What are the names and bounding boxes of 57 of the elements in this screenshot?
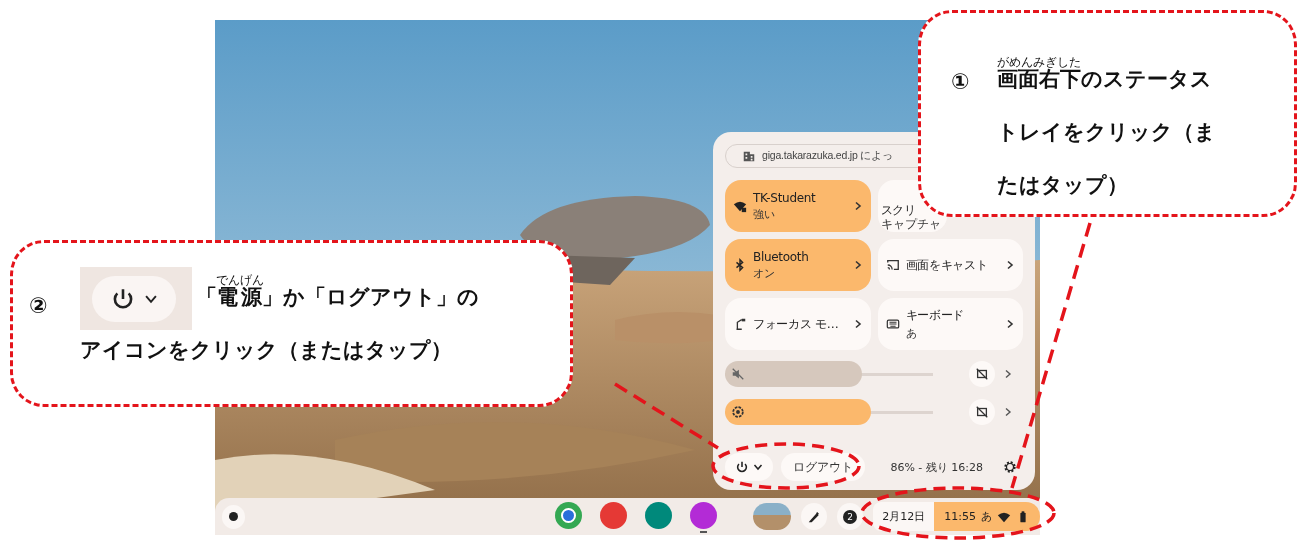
instruction-text: アイコンをクリック（またはタップ）: [80, 337, 452, 364]
slider-track[interactable]: [725, 361, 933, 387]
launcher-button[interactable]: [222, 504, 246, 529]
feature-tile[interactable]: TK-Student 強い: [725, 180, 871, 232]
instruction-text: 画面右下 がめんみぎした のステータストレイをクリック（またはタップ）: [997, 54, 1217, 199]
eye-off-button[interactable]: [969, 399, 995, 425]
chevron-right-icon: [1003, 407, 1013, 417]
managed-notice-text: giga.takarazuka.ed.jp によっ: [762, 149, 893, 163]
tile-title: Bluetooth: [753, 249, 810, 264]
feature-tile[interactable]: キーボード あ: [877, 298, 1023, 350]
brightness-slider[interactable]: [725, 399, 871, 425]
chevron-down-icon: [753, 462, 763, 472]
tile-subtitle: キャプチャ: [880, 218, 942, 231]
battery-status: 86% - 残り 16:28: [890, 459, 983, 475]
settings-icon: [1003, 460, 1017, 474]
notification-count: 2: [843, 509, 858, 524]
instruction-text: 「電源 でんげん 」か「ログアウト」の: [196, 272, 479, 311]
feature-tile[interactable]: フォーカス モ…: [725, 298, 871, 350]
step-number: ①: [951, 69, 970, 94]
notification-button[interactable]: 2: [836, 503, 864, 530]
clock: 11:55: [944, 510, 976, 523]
tile-subtitle: あ: [905, 326, 918, 341]
tile-subtitle: オン: [753, 265, 776, 281]
tile-title: キーボード: [905, 307, 965, 324]
chevron-right-icon: [1005, 319, 1015, 329]
bluetooth-icon: [733, 258, 747, 272]
date-button[interactable]: 2月12日: [873, 502, 935, 531]
tile-title: フォーカス モ…: [753, 315, 840, 333]
power-icon: [735, 460, 749, 474]
cast-icon: [885, 258, 900, 272]
tile-title: TK-Student: [753, 190, 817, 205]
ime-indicator: あ: [981, 509, 992, 524]
stylus-button[interactable]: [800, 503, 827, 530]
camera-off-icon: [975, 367, 989, 381]
slider-track[interactable]: [725, 399, 933, 425]
tile-subtitle: 強い: [753, 206, 776, 222]
power-button[interactable]: [725, 453, 773, 481]
status-tray[interactable]: 11:55 あ: [934, 502, 1040, 531]
chevron-right-icon: [1003, 369, 1013, 379]
volume-slider[interactable]: [725, 361, 863, 387]
pen-icon: [806, 509, 821, 524]
step-number: ②: [29, 293, 48, 318]
keyboard-icon: [885, 317, 900, 331]
feature-tile[interactable]: Bluetooth オン: [725, 239, 871, 291]
eye-off-icon: [975, 405, 989, 419]
tile-title: 画面をキャスト: [905, 256, 989, 274]
wifi-icon: [733, 199, 747, 213]
chevron-right-icon: [1005, 260, 1015, 270]
feature-tile[interactable]: 画面をキャスト: [877, 239, 1023, 291]
muted-speaker-icon: [731, 367, 745, 381]
brightness-icon: [731, 405, 745, 419]
tile-title: スクリ: [880, 204, 917, 217]
logout-button[interactable]: ログアウト: [781, 453, 865, 481]
app-icon[interactable]: [690, 500, 718, 533]
building-icon: [742, 149, 756, 163]
window-thumbnail[interactable]: [753, 503, 791, 530]
camera-off-button[interactable]: [969, 361, 995, 387]
